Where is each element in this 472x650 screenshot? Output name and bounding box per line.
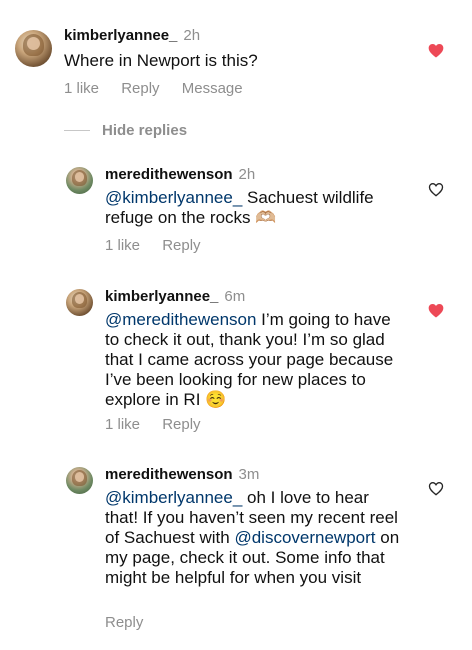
- username-text[interactable]: meredithewenson: [105, 466, 233, 483]
- comment-username[interactable]: meredithewenson 2h: [105, 166, 255, 183]
- avatar-face: [74, 471, 85, 482]
- comment-body: Where in Newport is this?: [64, 51, 258, 70]
- heart-filled-icon[interactable]: [428, 303, 444, 318]
- comment-username[interactable]: meredithewenson 3m: [105, 466, 259, 483]
- mention-link[interactable]: @meredithewenson: [105, 310, 256, 329]
- username-text[interactable]: kimberlyannee_: [105, 288, 218, 305]
- mention-link[interactable]: @kimberlyannee_: [105, 188, 242, 207]
- like-count[interactable]: 1 like: [105, 416, 140, 433]
- comment-username[interactable]: kimberlyannee_ 6m: [105, 288, 245, 305]
- comment-text: Where in Newport is this?: [64, 51, 404, 71]
- username-text[interactable]: kimberlyannee_: [64, 27, 177, 44]
- reply-button[interactable]: Reply: [105, 614, 143, 631]
- heart-filled-icon[interactable]: [428, 43, 444, 58]
- avatar[interactable]: [66, 167, 93, 194]
- replies-divider: [64, 130, 90, 131]
- mention-link[interactable]: @discovernewport: [234, 528, 375, 547]
- comment-text: @meredithewenson I’m going to have to ch…: [105, 310, 405, 410]
- like-count[interactable]: 1 like: [105, 237, 140, 254]
- comment-time: 3m: [238, 466, 260, 483]
- avatar[interactable]: [66, 289, 93, 316]
- reply-button[interactable]: Reply: [121, 80, 159, 97]
- comment-actions: Reply: [105, 614, 161, 631]
- avatar[interactable]: [66, 467, 93, 494]
- username-text[interactable]: meredithewenson: [105, 166, 233, 183]
- avatar-face: [26, 36, 41, 50]
- avatar[interactable]: [15, 30, 52, 67]
- avatar-face: [74, 171, 85, 182]
- comment-actions: 1 like Reply: [105, 416, 219, 433]
- mention-link[interactable]: @kimberlyannee_: [105, 488, 242, 507]
- heart-outline-icon[interactable]: [428, 481, 444, 496]
- comment-text: @kimberlyannee_ oh I love to hear that! …: [105, 488, 405, 588]
- avatar-face: [74, 293, 85, 304]
- heart-outline-icon[interactable]: [428, 182, 444, 197]
- comment-time: 6m: [224, 288, 246, 305]
- message-button[interactable]: Message: [182, 80, 243, 97]
- comment-time: 2h: [183, 27, 201, 44]
- comment-text: @kimberlyannee_ Sachuest wildlife refuge…: [105, 188, 405, 228]
- comment-username[interactable]: kimberlyannee_ 2h: [64, 27, 200, 44]
- reply-button[interactable]: Reply: [162, 237, 200, 254]
- hide-replies-button[interactable]: Hide replies: [102, 122, 187, 139]
- reply-button[interactable]: Reply: [162, 416, 200, 433]
- comment-actions: 1 like Reply Message: [64, 80, 261, 97]
- comment-time: 2h: [238, 166, 256, 183]
- comment-actions: 1 like Reply: [105, 237, 219, 254]
- like-count[interactable]: 1 like: [64, 80, 99, 97]
